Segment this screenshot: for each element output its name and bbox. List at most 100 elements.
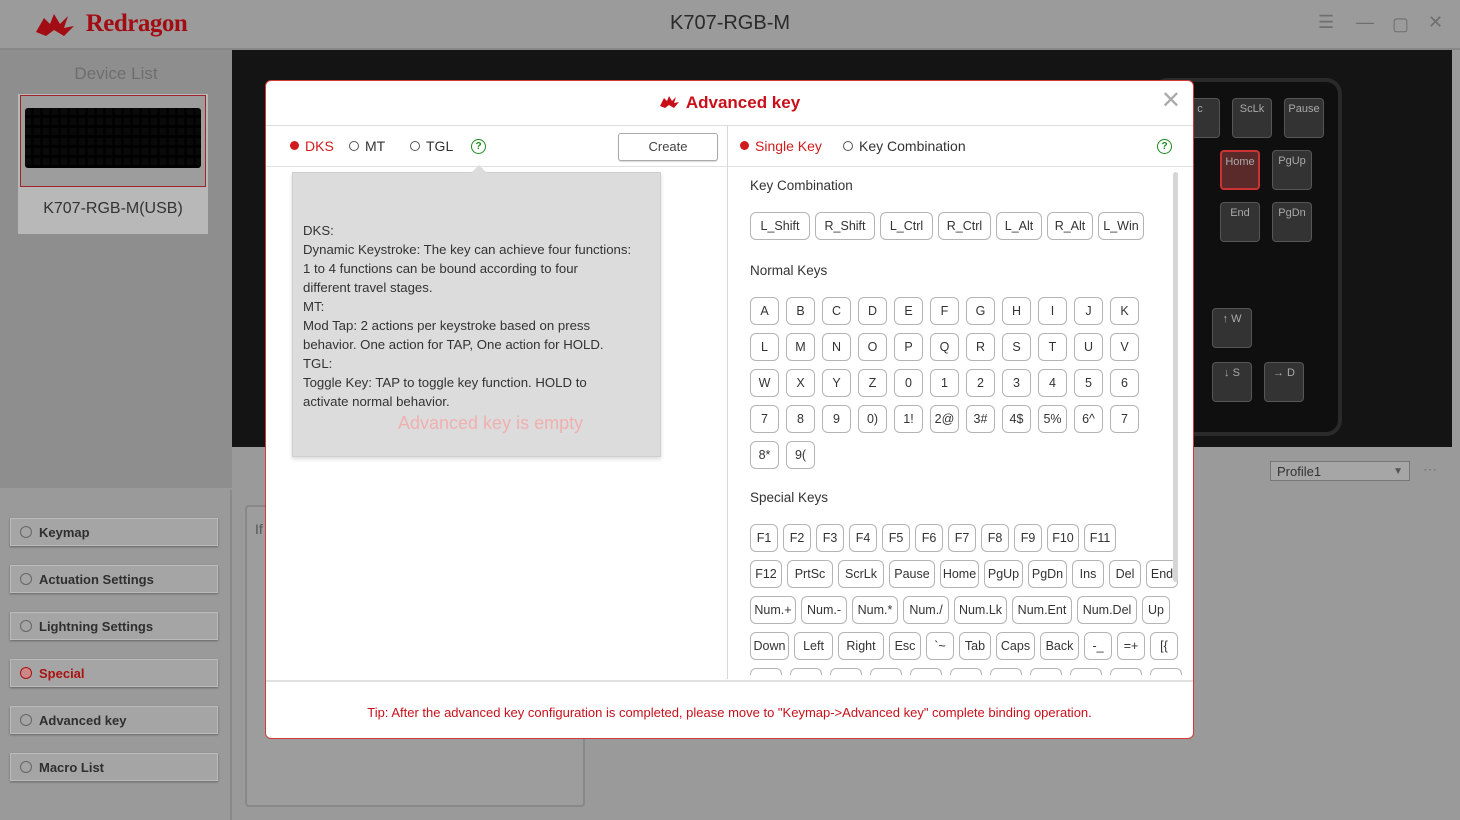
key-button[interactable]: F2 bbox=[783, 524, 811, 552]
key-button[interactable]: W bbox=[750, 369, 779, 397]
mode-radio-dks[interactable]: DKS bbox=[290, 138, 334, 154]
key-button[interactable]: N bbox=[822, 333, 851, 361]
key-button[interactable]: Ins bbox=[1072, 560, 1104, 588]
key-button[interactable]: L_Ctrl bbox=[880, 212, 933, 240]
nav-item-lightning-settings[interactable]: Lightning Settings bbox=[10, 612, 218, 640]
key-button[interactable]: 8 bbox=[786, 405, 815, 433]
key-button[interactable]: U bbox=[1074, 333, 1103, 361]
key-button[interactable]: R bbox=[966, 333, 995, 361]
key-button[interactable]: 2 bbox=[966, 369, 995, 397]
key-button[interactable]: M bbox=[786, 333, 815, 361]
key-button[interactable]: L_Win bbox=[1098, 212, 1144, 240]
create-button[interactable]: Create bbox=[618, 133, 718, 161]
key-button[interactable]: Esc bbox=[889, 632, 921, 660]
key-button[interactable] bbox=[990, 668, 1022, 675]
key-button[interactable]: Q bbox=[930, 333, 959, 361]
key-button[interactable]: S bbox=[1002, 333, 1031, 361]
nav-item-advanced-key[interactable]: Advanced key bbox=[10, 706, 218, 734]
maximize-icon[interactable]: ▢ bbox=[1392, 14, 1409, 35]
nav-item-macro-list[interactable]: Macro List bbox=[10, 753, 218, 781]
key-button[interactable]: ScrLk bbox=[838, 560, 884, 588]
key-button[interactable]: F10 bbox=[1047, 524, 1079, 552]
key-button[interactable]: L_Shift bbox=[750, 212, 810, 240]
key-button[interactable]: F bbox=[930, 297, 959, 325]
minimize-icon[interactable]: — bbox=[1356, 12, 1374, 33]
key-button[interactable]: 4$ bbox=[1002, 405, 1031, 433]
key-button[interactable]: 1 bbox=[930, 369, 959, 397]
key-button[interactable]: Right bbox=[838, 632, 884, 660]
key-button[interactable]: F8 bbox=[981, 524, 1009, 552]
help-icon[interactable]: ? bbox=[471, 139, 486, 154]
key-button[interactable]: -_ bbox=[1084, 632, 1112, 660]
key-button[interactable]: T bbox=[1038, 333, 1067, 361]
key-button[interactable]: 1! bbox=[894, 405, 923, 433]
key-button[interactable]: F6 bbox=[915, 524, 943, 552]
key-button[interactable]: L bbox=[750, 333, 779, 361]
key-button[interactable]: G bbox=[966, 297, 995, 325]
key-button[interactable]: Z bbox=[858, 369, 887, 397]
key-button[interactable]: B bbox=[786, 297, 815, 325]
key-button[interactable]: Down bbox=[750, 632, 789, 660]
key-button[interactable]: PgDn bbox=[1028, 560, 1067, 588]
key-button[interactable]: PgUp bbox=[984, 560, 1023, 588]
key-button[interactable]: D bbox=[858, 297, 887, 325]
key-button[interactable]: `~ bbox=[926, 632, 954, 660]
key-button[interactable]: Num.Ent bbox=[1012, 596, 1072, 624]
key-button[interactable]: 5 bbox=[1074, 369, 1103, 397]
key-button[interactable]: 3 bbox=[1002, 369, 1031, 397]
key-type-combination[interactable]: Key Combination bbox=[843, 138, 966, 154]
key-button[interactable]: F3 bbox=[816, 524, 844, 552]
key-button[interactable]: Up bbox=[1142, 596, 1170, 624]
mode-radio-tgl[interactable]: TGL bbox=[410, 138, 453, 154]
more-icon[interactable]: ⋯ bbox=[1423, 461, 1437, 478]
key-button[interactable]: C bbox=[822, 297, 851, 325]
key-button[interactable] bbox=[1030, 668, 1062, 675]
nav-item-special[interactable]: Special bbox=[10, 659, 218, 687]
key-button[interactable]: Del bbox=[1109, 560, 1141, 588]
nav-item-actuation-settings[interactable]: Actuation Settings bbox=[10, 565, 218, 593]
key-button[interactable]: 7 bbox=[1110, 405, 1139, 433]
key-button[interactable] bbox=[830, 668, 862, 675]
key-button[interactable]: F4 bbox=[849, 524, 877, 552]
help-icon[interactable]: ? bbox=[1157, 139, 1172, 154]
key-button[interactable]: 0) bbox=[858, 405, 887, 433]
key-button[interactable]: Num.+ bbox=[750, 596, 796, 624]
key-button[interactable]: 2@ bbox=[930, 405, 959, 433]
menu-icon[interactable]: ☰ bbox=[1318, 12, 1334, 33]
key-button[interactable]: 9 bbox=[822, 405, 851, 433]
key-button[interactable]: F9 bbox=[1014, 524, 1042, 552]
close-icon[interactable]: ✕ bbox=[1428, 12, 1443, 33]
key-button[interactable]: PrtSc bbox=[787, 560, 833, 588]
key-button[interactable] bbox=[1110, 668, 1142, 675]
key-button[interactable]: Num.Lk bbox=[954, 596, 1007, 624]
key-button[interactable] bbox=[950, 668, 982, 675]
key-button[interactable]: 3# bbox=[966, 405, 995, 433]
key-button[interactable]: Home bbox=[940, 560, 979, 588]
key-button[interactable]: V bbox=[1110, 333, 1139, 361]
mode-radio-mt[interactable]: MT bbox=[349, 138, 385, 154]
key-button[interactable]: J bbox=[1074, 297, 1103, 325]
key-button[interactable]: [{ bbox=[1150, 632, 1178, 660]
key-button[interactable]: E bbox=[894, 297, 923, 325]
key-button[interactable]: Back bbox=[1040, 632, 1079, 660]
key-button[interactable]: 8* bbox=[750, 441, 779, 469]
key-button[interactable] bbox=[750, 668, 782, 675]
key-button[interactable]: F1 bbox=[750, 524, 778, 552]
key-button[interactable]: F12 bbox=[750, 560, 782, 588]
profile-select[interactable]: Profile1 ▼ bbox=[1270, 461, 1410, 481]
nav-item-keymap[interactable]: Keymap bbox=[10, 518, 218, 546]
key-button[interactable] bbox=[870, 668, 902, 675]
key-button[interactable] bbox=[1150, 668, 1182, 675]
key-button[interactable]: A bbox=[750, 297, 779, 325]
key-button[interactable]: R_Alt bbox=[1047, 212, 1093, 240]
key-button[interactable]: F7 bbox=[948, 524, 976, 552]
key-button[interactable]: Num.Del bbox=[1077, 596, 1137, 624]
key-button[interactable]: 7 bbox=[750, 405, 779, 433]
key-button[interactable]: 6 bbox=[1110, 369, 1139, 397]
key-button[interactable]: 6^ bbox=[1074, 405, 1103, 433]
key-type-single[interactable]: Single Key bbox=[740, 138, 822, 154]
key-button[interactable]: L_Alt bbox=[996, 212, 1042, 240]
key-button[interactable] bbox=[910, 668, 942, 675]
scrollbar[interactable] bbox=[1173, 172, 1178, 582]
key-button[interactable] bbox=[1070, 668, 1102, 675]
